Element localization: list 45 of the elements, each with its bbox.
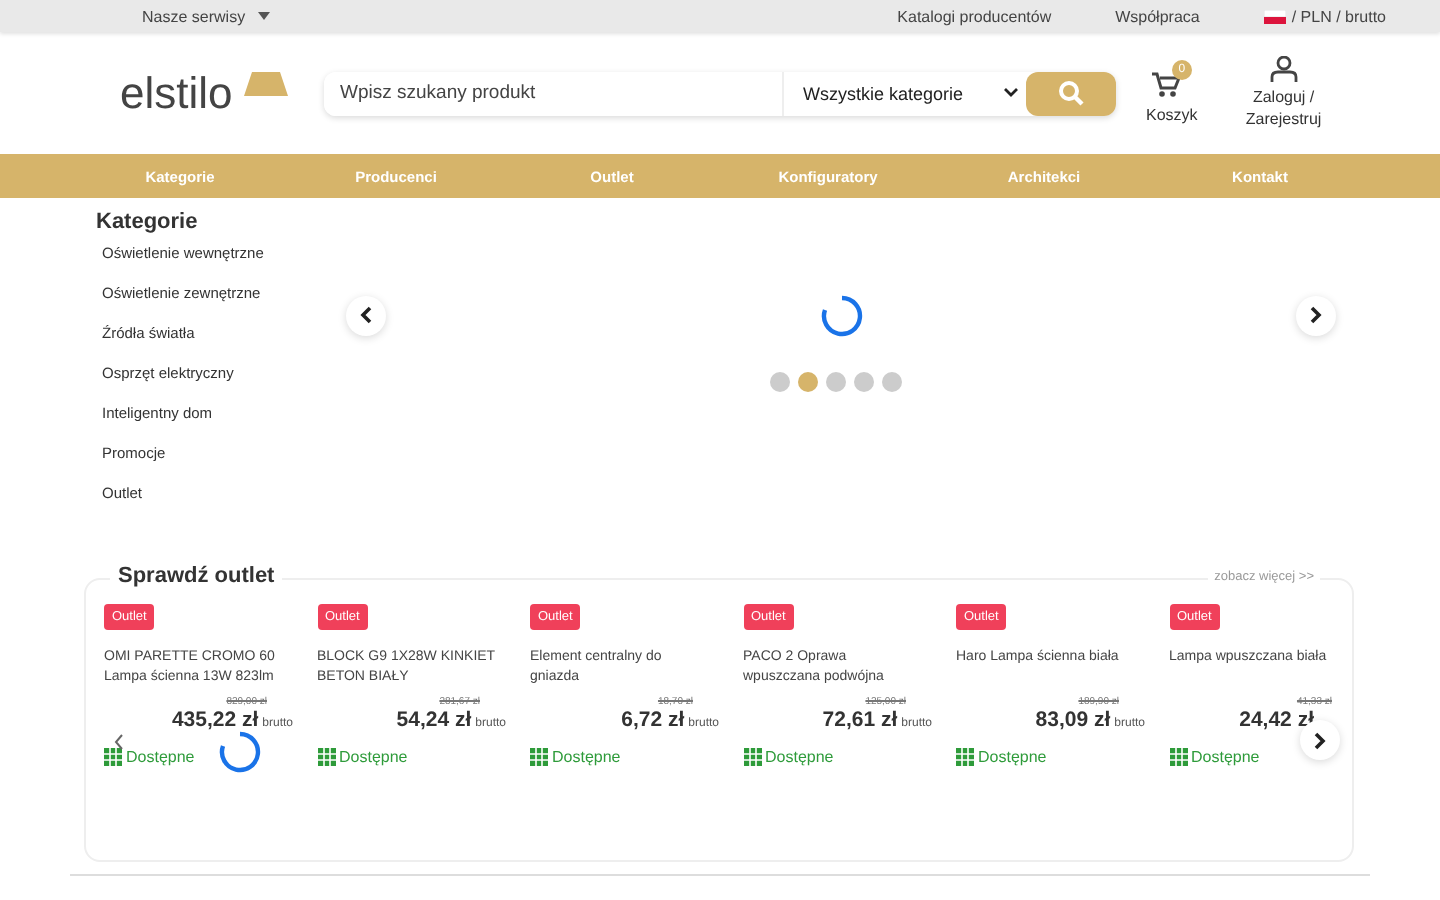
grid-icon bbox=[104, 748, 122, 766]
chevron-right-icon bbox=[1310, 306, 1322, 324]
lampshade-icon bbox=[244, 71, 288, 95]
search-field[interactable]: Wpisz szukany produkt bbox=[324, 71, 781, 115]
grid-icon bbox=[530, 748, 548, 766]
grid-icon bbox=[743, 748, 761, 766]
slide-dot[interactable] bbox=[881, 372, 901, 392]
chevron-down-icon bbox=[1003, 88, 1018, 98]
slide-dot[interactable] bbox=[825, 372, 845, 392]
availability-status: Dostępne bbox=[765, 748, 834, 766]
section-title: Sprawdź outlet bbox=[110, 564, 283, 588]
search-icon bbox=[1057, 80, 1084, 106]
availability-status: Dostępne bbox=[1191, 748, 1260, 766]
account-button[interactable]: Zaloguj / Zarejestruj bbox=[1245, 56, 1322, 130]
caret-icon bbox=[257, 12, 270, 20]
slide-dot[interactable] bbox=[769, 372, 789, 392]
availability-status: Dostępne bbox=[339, 748, 408, 766]
search-button[interactable] bbox=[1025, 71, 1116, 115]
currency-link[interactable]: / PLN / brutto bbox=[1291, 7, 1386, 25]
price: 54,24 zł bbox=[396, 708, 472, 732]
availability-status: Dostępne bbox=[552, 748, 621, 766]
grid-icon bbox=[1169, 748, 1187, 766]
next-button[interactable] bbox=[1296, 295, 1336, 335]
user-icon bbox=[1269, 56, 1298, 82]
chevron-left-icon bbox=[360, 306, 372, 324]
sidebar-title: Kategorie bbox=[96, 210, 200, 234]
services-menu[interactable]: Nasze serwisy bbox=[142, 7, 270, 25]
slide-dot[interactable] bbox=[797, 372, 817, 392]
availability-status: Dostępne bbox=[978, 748, 1047, 766]
chevron-left-icon bbox=[114, 734, 124, 750]
slide-dot[interactable] bbox=[853, 372, 873, 392]
logo[interactable]: elstilo bbox=[120, 67, 233, 117]
grid-icon bbox=[956, 748, 974, 766]
price: 83,09 zł bbox=[1035, 708, 1111, 732]
previous-button[interactable] bbox=[346, 295, 386, 335]
chevron-right-icon bbox=[1314, 731, 1326, 749]
availability-status: Dostępne bbox=[126, 748, 195, 766]
top-link[interactable]: Katalogi producentów bbox=[897, 7, 1052, 25]
price: 72,61 zł bbox=[822, 708, 898, 732]
cart-icon bbox=[1151, 71, 1180, 97]
price: 435,22 zł bbox=[171, 708, 259, 732]
top-link[interactable]: Współpraca bbox=[1115, 7, 1200, 25]
flag-icon bbox=[1263, 9, 1286, 23]
price: 6,72 zł bbox=[621, 708, 685, 732]
grid-icon bbox=[317, 748, 335, 766]
